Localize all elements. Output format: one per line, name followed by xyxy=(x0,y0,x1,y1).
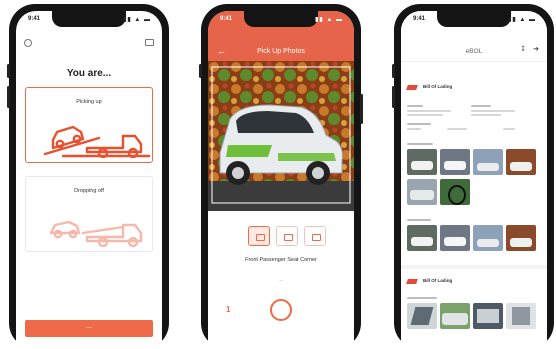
photo-caption: Front Passenger Seat Corner xyxy=(245,257,317,263)
text-placeholder xyxy=(471,105,491,107)
text-placeholder xyxy=(471,110,515,112)
text-placeholder xyxy=(407,128,421,130)
bill-header: Bill Of Lading xyxy=(406,275,541,291)
status-time: 9:41 xyxy=(413,16,426,22)
continue-button[interactable]: — xyxy=(25,320,153,337)
text-placeholder xyxy=(447,128,467,130)
photo-thumbnail[interactable] xyxy=(440,149,470,175)
company-logo-icon xyxy=(406,85,418,90)
photo-thumbnail[interactable] xyxy=(506,303,536,329)
phone-side-button xyxy=(7,64,10,78)
option-label: Dropping off xyxy=(74,188,104,194)
phone-mockup-photo-capture: 9:41 ▮▮ ▲ ▬ ← Pick Up Photos Front Passe… xyxy=(199,4,363,349)
role-select-screen: 9:41 ▮▮ ▲ ▬ You are... Picking up Droppi… xyxy=(16,11,162,349)
signal-wifi-battery-icon: ▮▮ ▲ ▬ xyxy=(508,17,536,23)
status-bar: 9:41 ▮▮ ▲ ▬ xyxy=(401,14,547,26)
chat-icon[interactable] xyxy=(145,39,154,46)
photo-tips-link[interactable]: — xyxy=(208,278,354,282)
text-placeholder xyxy=(407,114,443,116)
tow-truck-unloading-car-icon xyxy=(49,220,143,247)
section-heading-placeholder xyxy=(407,143,433,145)
text-placeholder xyxy=(407,105,423,107)
photo-thumbnail[interactable] xyxy=(506,225,536,251)
page-title: Pick Up Photos xyxy=(257,48,305,55)
phone-mockup-ebol: 9:41 ▮▮ ▲ ▬ eBOL ↧ ➜ Bill Of Lading Bill… xyxy=(392,4,554,349)
share-icon[interactable]: ➜ xyxy=(533,45,539,53)
page-title: You are... xyxy=(66,68,112,79)
photo-thumbnail[interactable] xyxy=(506,149,536,175)
photo-thumbnail[interactable] xyxy=(473,303,503,329)
photo-thumbnail[interactable] xyxy=(407,303,437,329)
photo-counter: 1 xyxy=(226,305,231,314)
bill-title: Bill Of Lading xyxy=(423,278,453,283)
ebol-screen: 9:41 ▮▮ ▲ ▬ eBOL ↧ ➜ Bill Of Lading Bill… xyxy=(401,11,547,349)
shutter-button[interactable] xyxy=(270,299,292,321)
text-placeholder xyxy=(407,110,451,112)
signal-wifi-battery-icon: ▮▮ ▲ ▬ xyxy=(123,17,151,23)
phone-side-button xyxy=(7,86,10,108)
photo-grid xyxy=(407,149,541,211)
photo-slot[interactable] xyxy=(276,226,298,246)
photo-grid xyxy=(407,225,541,253)
photo-slot[interactable] xyxy=(304,226,326,246)
option-card-picking-up[interactable]: Picking up xyxy=(25,87,153,163)
camera-viewfinder[interactable] xyxy=(208,61,354,211)
section-heading-placeholder xyxy=(407,297,437,299)
camera-icon xyxy=(256,234,265,241)
download-icon[interactable]: ↧ xyxy=(520,45,526,53)
photo-thumbnail[interactable] xyxy=(440,179,470,205)
camera-icon xyxy=(284,234,293,241)
status-bar: 9:41 ▮▮ ▲ ▬ xyxy=(16,14,162,26)
top-bar xyxy=(16,35,162,49)
phone-mockup-role-select: 9:41 ▮▮ ▲ ▬ You are... Picking up Droppi… xyxy=(7,4,169,349)
camera-icon xyxy=(312,234,321,241)
section-heading-placeholder xyxy=(407,219,431,221)
bill-header: Bill Of Lading xyxy=(406,81,541,97)
phone-side-button xyxy=(360,94,363,124)
text-placeholder xyxy=(503,128,515,130)
phone-side-button xyxy=(392,86,395,108)
company-logo-icon xyxy=(406,279,418,284)
phone-side-button xyxy=(392,64,395,78)
option-label: Picking up xyxy=(76,99,102,105)
photo-thumbnail[interactable] xyxy=(473,149,503,175)
photo-slot-strip xyxy=(208,226,354,246)
bill-info-block xyxy=(407,105,541,133)
photo-thumbnail[interactable] xyxy=(440,225,470,251)
settings-gear-icon[interactable] xyxy=(24,39,32,47)
photo-thumbnail[interactable] xyxy=(473,225,503,251)
photo-thumbnail[interactable] xyxy=(407,149,437,175)
status-bar: 9:41 ▮▮ ▲ ▬ xyxy=(208,14,354,26)
text-placeholder xyxy=(407,123,431,125)
status-time: 9:41 xyxy=(220,16,233,22)
photo-thumbnail[interactable] xyxy=(407,179,437,205)
text-placeholder xyxy=(471,114,501,116)
photo-capture-screen: 9:41 ▮▮ ▲ ▬ ← Pick Up Photos Front Passe… xyxy=(208,11,354,349)
photo-slot-active[interactable] xyxy=(248,226,270,246)
status-time: 9:41 xyxy=(28,16,41,22)
phone-side-button xyxy=(199,64,202,78)
signal-wifi-battery-icon: ▮▮ ▲ ▬ xyxy=(315,17,343,23)
photo-thumbnail[interactable] xyxy=(407,225,437,251)
option-card-dropping-off[interactable]: Dropping off xyxy=(25,176,153,252)
section-divider xyxy=(401,265,547,269)
tow-truck-loading-car-icon xyxy=(43,125,151,158)
photo-thumbnail[interactable] xyxy=(440,303,470,329)
photo-grid xyxy=(407,303,541,329)
car-photo-image xyxy=(208,61,354,211)
bill-title: Bill Of Lading xyxy=(423,84,453,89)
